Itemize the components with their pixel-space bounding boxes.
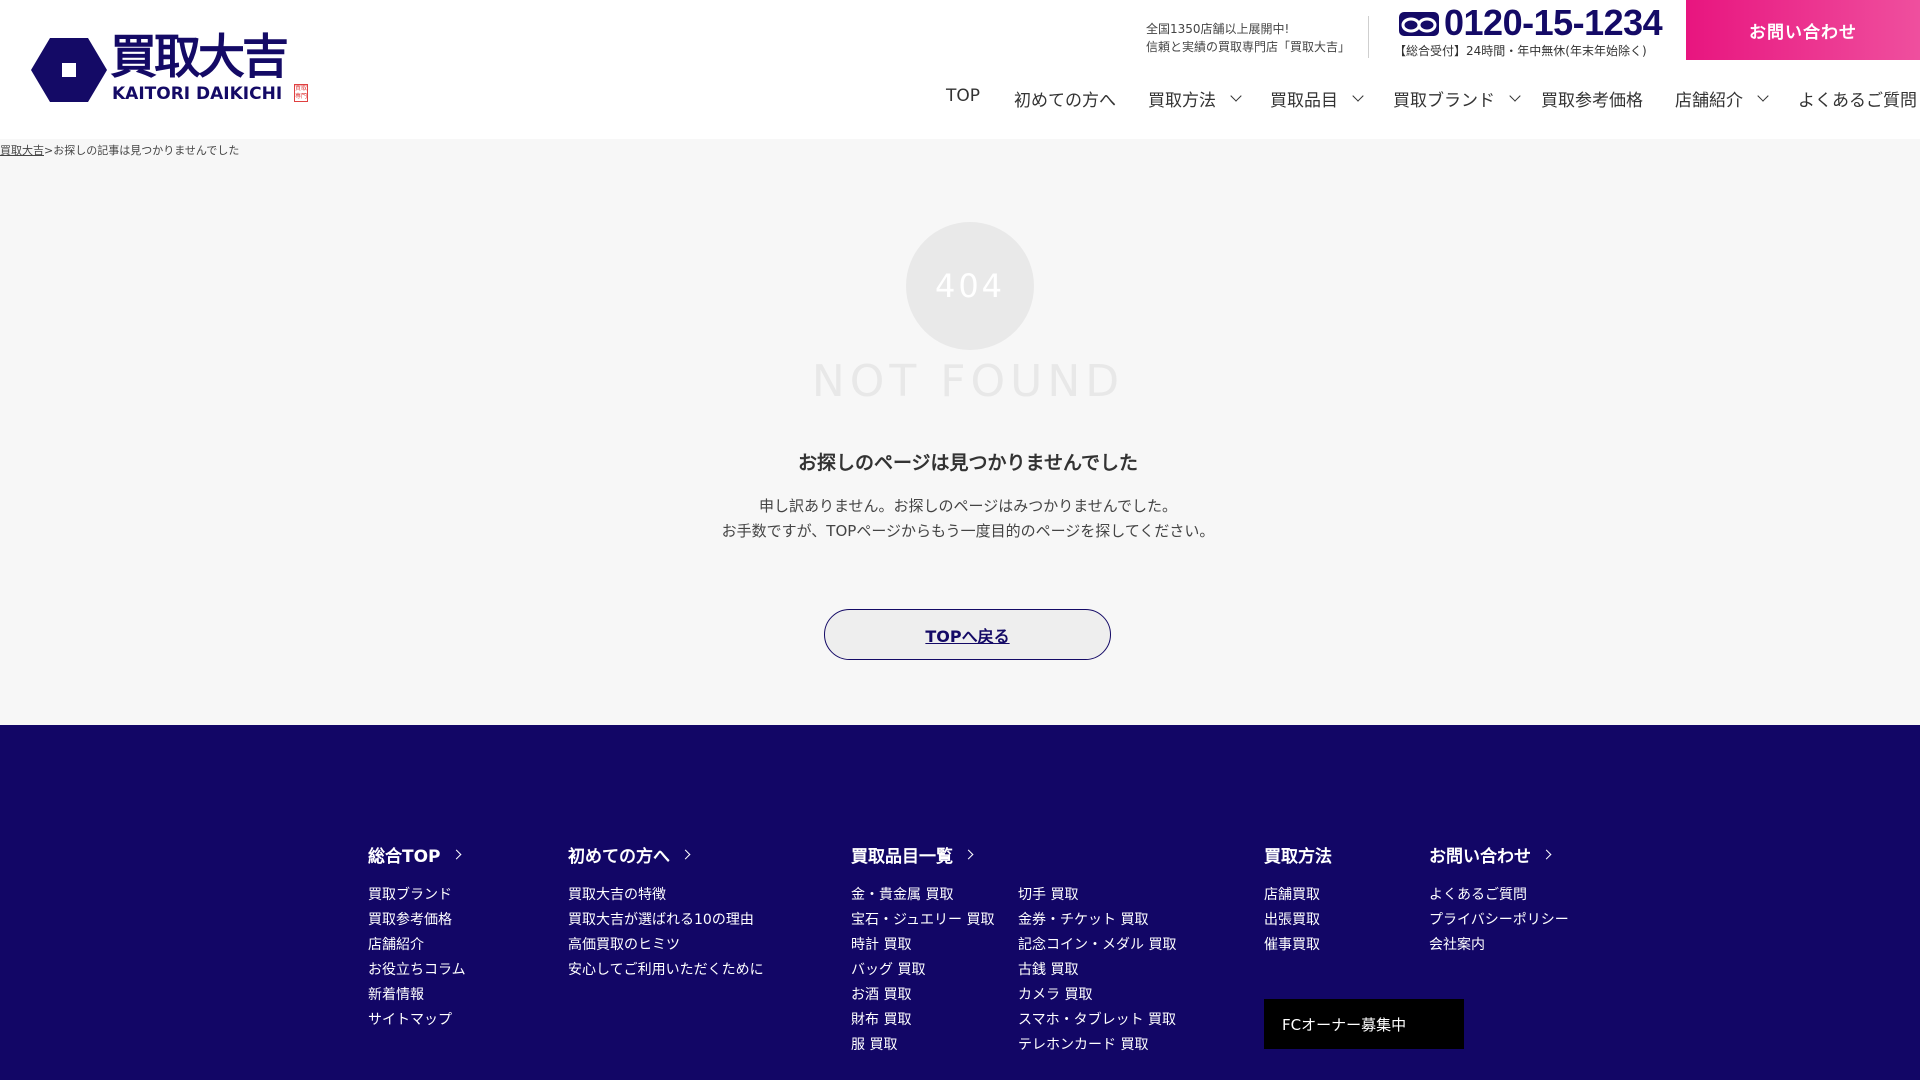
error-message-line-2: お手数ですが、TOPページからもう一度目的のページを探してください。 bbox=[721, 522, 1215, 540]
nav-item-items[interactable]: 買取品目 bbox=[1270, 86, 1364, 111]
nav-label: 買取参考価格 bbox=[1541, 91, 1643, 111]
footer-col-contact: お問い合わせ よくあるご質問 プライバシーポリシー 会社案内 bbox=[1429, 842, 1569, 958]
footer-link[interactable]: 安心してご利用いただくために bbox=[568, 958, 764, 983]
chevron-down-icon bbox=[1230, 89, 1242, 102]
footer-link[interactable]: よくあるご質問 bbox=[1429, 883, 1569, 908]
nav-label: 買取品目 bbox=[1270, 91, 1338, 111]
nav-item-top[interactable]: TOP bbox=[946, 86, 980, 106]
footer-heading-label: お問い合わせ bbox=[1429, 847, 1531, 867]
nav-label: 初めての方へ bbox=[1014, 91, 1116, 111]
site-header: 買取大吉 KAITORI DAIKICHI 買取専門 全国1350店舗以上展開中… bbox=[0, 0, 1920, 139]
chevron-down-icon bbox=[1757, 89, 1769, 102]
chevron-right-icon bbox=[680, 849, 691, 860]
chevron-down-icon bbox=[1352, 89, 1364, 102]
footer-link[interactable]: 新着情報 bbox=[368, 983, 466, 1008]
footer-link[interactable]: 金・貴金属 買取 bbox=[851, 883, 994, 908]
nav-label: 買取ブランド bbox=[1393, 91, 1495, 111]
main-nav: TOP 初めての方へ 買取方法 買取品目 買取ブランド 買取参考価格 店舗紹介 … bbox=[0, 86, 1920, 116]
chevron-right-icon bbox=[963, 849, 974, 860]
footer-link[interactable]: 時計 買取 bbox=[851, 933, 994, 958]
nav-label: 店舗紹介 bbox=[1675, 91, 1743, 111]
logo-title: 買取大吉 bbox=[110, 30, 289, 85]
footer-items-list-b: 切手 買取 金券・チケット 買取 記念コイン・メダル 買取 古銭 買取 カメラ … bbox=[1018, 883, 1176, 1058]
site-footer: 総合TOP 買取ブランド 買取参考価格 店舗紹介 お役立ちコラム 新着情報 サイ… bbox=[0, 725, 1920, 1080]
phone-hours: 【総合受付】24時間・年中無休(年末年始除く) bbox=[1394, 44, 1647, 58]
footer-heading-first-time[interactable]: 初めての方へ bbox=[568, 842, 764, 867]
footer-heading-method: 買取方法 bbox=[1264, 842, 1332, 867]
footer-link[interactable]: 金券・チケット 買取 bbox=[1018, 908, 1176, 933]
nav-item-method[interactable]: 買取方法 bbox=[1148, 86, 1242, 111]
footer-link[interactable]: サイトマップ bbox=[368, 1008, 466, 1033]
nav-item-stores[interactable]: 店舗紹介 bbox=[1675, 86, 1769, 111]
footer-link[interactable]: お酒 買取 bbox=[851, 983, 994, 1008]
footer-link[interactable]: 会社案内 bbox=[1429, 933, 1569, 958]
footer-link[interactable]: 店舗紹介 bbox=[368, 933, 466, 958]
footer-link[interactable]: 買取大吉の特徴 bbox=[568, 883, 764, 908]
footer-link[interactable]: テレホンカード 買取 bbox=[1018, 1033, 1176, 1058]
nav-label: よくあるご質問 bbox=[1798, 91, 1917, 111]
nav-item-prices[interactable]: 買取参考価格 bbox=[1541, 86, 1643, 111]
tagline-line-2: 信頼と実績の買取専門店「買取大吉」 bbox=[1146, 40, 1351, 54]
error-message-line-1: 申し訳ありません。お探しのページはみつかりませんでした。 bbox=[758, 497, 1178, 515]
footer-link[interactable]: スマホ・タブレット 買取 bbox=[1018, 1008, 1176, 1033]
chevron-right-icon bbox=[451, 849, 461, 860]
footer-heading-label: 初めての方へ bbox=[568, 847, 670, 867]
header-divider bbox=[1368, 16, 1369, 58]
phone-number[interactable]: 0120-15-1234 bbox=[1444, 2, 1663, 44]
footer-col-method: 買取方法 店舗買取 出張買取 催事買取 bbox=[1264, 842, 1332, 958]
free-dial-icon bbox=[1399, 12, 1439, 36]
footer-link[interactable]: 宝石・ジュエリー 買取 bbox=[851, 908, 994, 933]
nav-item-first-time[interactable]: 初めての方へ bbox=[1014, 86, 1116, 111]
footer-col-first-time: 初めての方へ 買取大吉の特徴 買取大吉が選ばれる10の理由 高価買取のヒミツ 安… bbox=[568, 842, 764, 983]
breadcrumb-home-link[interactable]: 買取大吉 bbox=[0, 144, 44, 157]
footer-heading-label: 総合TOP bbox=[368, 847, 441, 867]
contact-button[interactable]: お問い合わせ bbox=[1686, 0, 1920, 60]
footer-link[interactable]: 古銭 買取 bbox=[1018, 958, 1176, 983]
footer-link[interactable]: 催事買取 bbox=[1264, 933, 1332, 958]
footer-col-top: 総合TOP 買取ブランド 買取参考価格 店舗紹介 お役立ちコラム 新着情報 サイ… bbox=[368, 842, 466, 1033]
footer-link[interactable]: 高価買取のヒミツ bbox=[568, 933, 764, 958]
footer-link[interactable]: プライバシーポリシー bbox=[1429, 908, 1569, 933]
back-to-top-button[interactable]: TOPへ戻る bbox=[824, 609, 1111, 660]
footer-heading-items[interactable]: 買取品目一覧 bbox=[851, 842, 1251, 867]
error-title: お探しのページは見つかりませんでした bbox=[797, 452, 1139, 474]
not-found-headline: NOT FOUND bbox=[811, 356, 1125, 407]
error-message: 申し訳ありません。お探しのページはみつかりませんでした。 お手数ですが、TOPペ… bbox=[0, 494, 1920, 544]
nav-item-faq[interactable]: よくあるご質問 bbox=[1798, 86, 1917, 111]
breadcrumb-current: >お探しの記事は見つかりませんでした bbox=[44, 144, 240, 157]
footer-link[interactable]: 服 買取 bbox=[851, 1033, 994, 1058]
footer-link[interactable]: 買取大吉が選ばれる10の理由 bbox=[568, 908, 764, 933]
chevron-down-icon bbox=[1509, 89, 1521, 102]
footer-link[interactable]: 財布 買取 bbox=[851, 1008, 994, 1033]
error-code: 404 bbox=[934, 267, 1006, 305]
footer-heading-top[interactable]: 総合TOP bbox=[368, 842, 466, 867]
footer-items-list-a: 金・貴金属 買取 宝石・ジュエリー 買取 時計 買取 バッグ 買取 お酒 買取 … bbox=[851, 883, 994, 1058]
footer-link[interactable]: お役立ちコラム bbox=[368, 958, 466, 983]
header-tagline: 全国1350店舗以上展開中! 信頼と実績の買取専門店「買取大吉」 bbox=[1146, 20, 1350, 56]
footer-link[interactable]: 買取ブランド bbox=[368, 883, 466, 908]
footer-link[interactable]: 店舗買取 bbox=[1264, 883, 1332, 908]
fc-owner-button[interactable]: FCオーナー募集中 bbox=[1264, 999, 1464, 1049]
error-code-circle: 404 bbox=[906, 222, 1034, 350]
tagline-line-1: 全国1350店舗以上展開中! bbox=[1146, 22, 1290, 36]
footer-heading-contact[interactable]: お問い合わせ bbox=[1429, 842, 1569, 867]
nav-item-brands[interactable]: 買取ブランド bbox=[1393, 86, 1521, 111]
nav-label: 買取方法 bbox=[1148, 91, 1216, 111]
footer-link[interactable]: バッグ 買取 bbox=[851, 958, 994, 983]
footer-link[interactable]: カメラ 買取 bbox=[1018, 983, 1176, 1008]
breadcrumb: 買取大吉>お探しの記事は見つかりませんでした bbox=[0, 142, 239, 158]
footer-heading-label: 買取品目一覧 bbox=[851, 847, 953, 867]
nav-label: TOP bbox=[946, 86, 981, 106]
footer-link[interactable]: 切手 買取 bbox=[1018, 883, 1176, 908]
footer-col-items: 買取品目一覧 金・貴金属 買取 宝石・ジュエリー 買取 時計 買取 バッグ 買取… bbox=[851, 842, 1251, 1053]
footer-link[interactable]: 出張買取 bbox=[1264, 908, 1332, 933]
chevron-right-icon bbox=[1541, 849, 1552, 860]
footer-link[interactable]: 記念コイン・メダル 買取 bbox=[1018, 933, 1176, 958]
footer-heading-label: 買取方法 bbox=[1264, 847, 1332, 867]
footer-link[interactable]: 買取参考価格 bbox=[368, 908, 466, 933]
